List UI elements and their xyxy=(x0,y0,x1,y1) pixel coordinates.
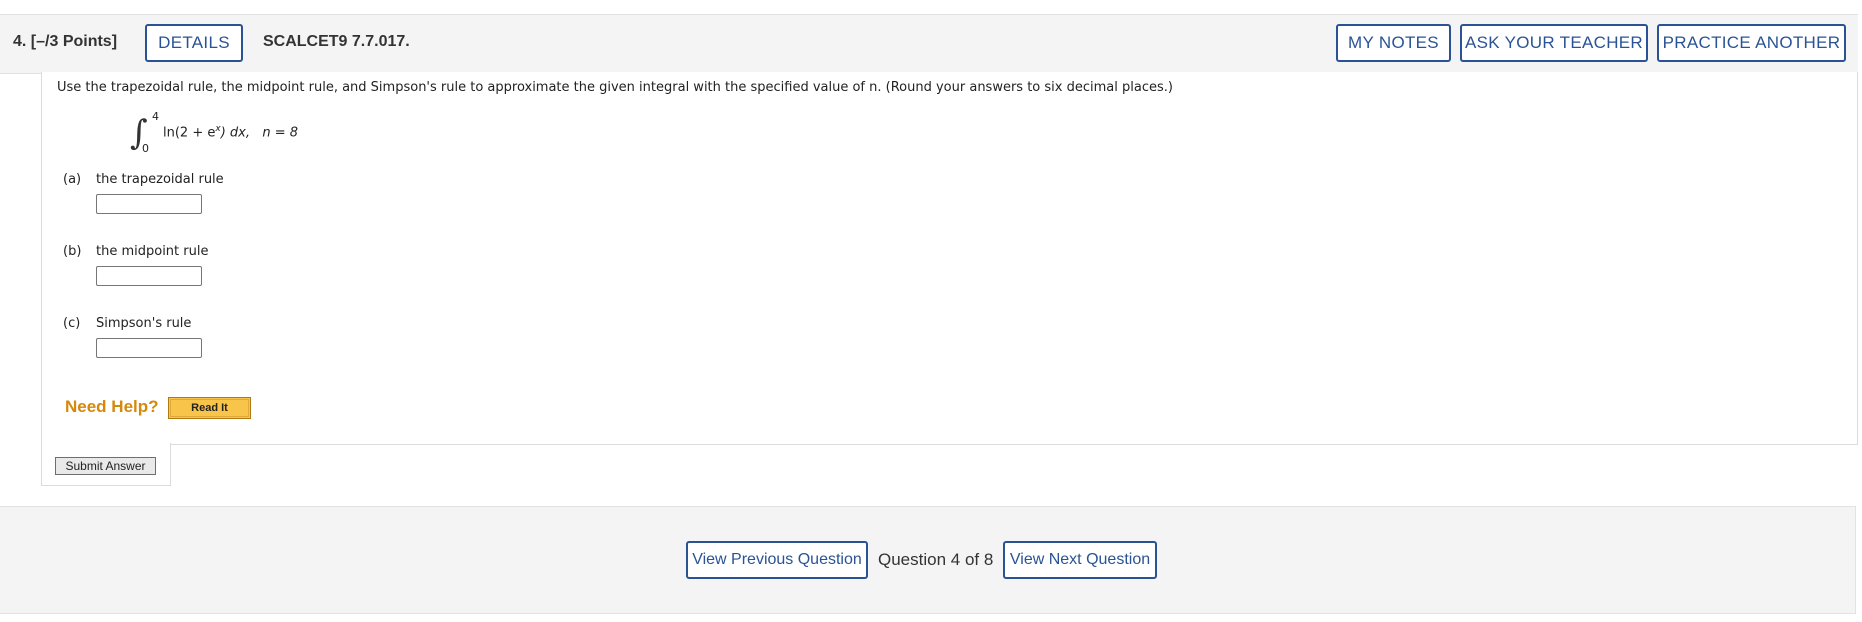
practice-another-button[interactable]: PRACTICE ANOTHER xyxy=(1657,24,1846,62)
view-previous-question-button[interactable]: View Previous Question xyxy=(686,541,868,579)
points-label: [–/3 Points] xyxy=(30,33,118,50)
part-b-letter: (b) xyxy=(63,244,82,259)
read-it-button[interactable]: Read It xyxy=(168,397,251,419)
need-help-label: Need Help? xyxy=(65,397,159,416)
part-a-answer-input[interactable] xyxy=(96,194,202,214)
integral-expression: ∫ 4 0 ln(2 + ex) dx, n = 8 xyxy=(130,110,390,158)
question-prompt: Use the trapezoidal rule, the midpoint r… xyxy=(57,80,1173,95)
details-button[interactable]: DETAILS xyxy=(145,24,243,62)
part-a-letter: (a) xyxy=(63,172,82,187)
part-c-label: Simpson's rule xyxy=(96,316,192,331)
question-number-points: 4. [–/3 Points] xyxy=(13,33,117,51)
part-b-label: the midpoint rule xyxy=(96,244,209,259)
question-counter: Question 4 of 8 xyxy=(878,550,994,569)
question-header: 4. [–/3 Points] DETAILS SCALCET9 7.7.017… xyxy=(0,14,1858,74)
integral-lower-limit: 0 xyxy=(142,142,149,155)
question-number: 4. xyxy=(13,33,27,50)
question-navigation-footer: View Previous Question Question 4 of 8 V… xyxy=(0,506,1856,614)
integrand: ln(2 + ex) dx, n = 8 xyxy=(163,124,299,141)
my-notes-button[interactable]: MY NOTES xyxy=(1336,24,1451,62)
part-b-answer-input[interactable] xyxy=(96,266,202,286)
n-spec: n = 8 xyxy=(262,125,299,141)
integral-upper-limit: 4 xyxy=(152,110,159,123)
part-c-letter: (c) xyxy=(63,316,81,331)
part-a-label: the trapezoidal rule xyxy=(96,172,224,187)
part-c-answer-input[interactable] xyxy=(96,338,202,358)
submit-answer-button[interactable]: Submit Answer xyxy=(55,457,156,475)
ask-teacher-button[interactable]: ASK YOUR TEACHER xyxy=(1460,24,1648,62)
question-code: SCALCET9 7.7.017. xyxy=(263,33,410,50)
view-next-question-button[interactable]: View Next Question xyxy=(1003,541,1157,579)
